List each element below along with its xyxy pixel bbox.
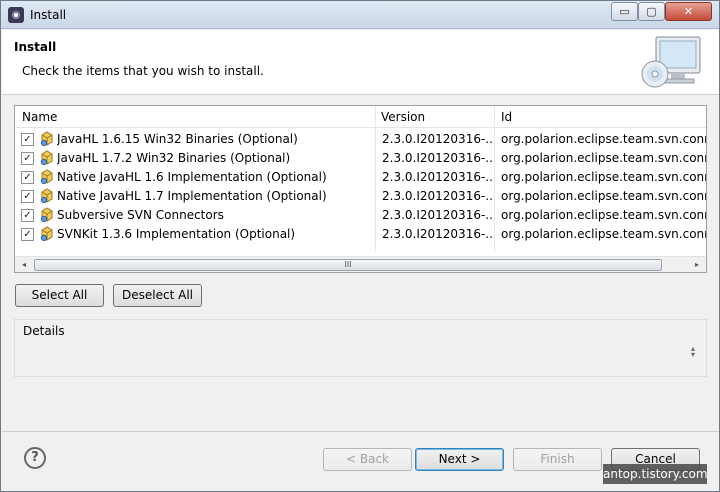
item-id: org.polarion.eclipse.team.svn.connector xyxy=(501,208,706,222)
finish-button[interactable]: Finish xyxy=(513,448,602,471)
item-name: JavaHL 1.6.15 Win32 Binaries (Optional) xyxy=(57,132,298,146)
deselect-all-button[interactable]: Deselect All xyxy=(113,284,202,307)
item-id: org.polarion.eclipse.team.svn.connector xyxy=(501,151,706,165)
column-header-name[interactable]: Name xyxy=(22,110,57,124)
item-version: 2.3.0.I20120316-... xyxy=(382,189,492,203)
item-name: JavaHL 1.7.2 Win32 Binaries (Optional) xyxy=(57,151,291,165)
item-id: org.polarion.eclipse.team.svn.connector xyxy=(501,170,706,184)
plugin-feature-icon xyxy=(40,207,53,223)
page-title: Install xyxy=(14,40,57,54)
maximize-button[interactable]: ▢ xyxy=(638,2,665,21)
eclipse-icon xyxy=(8,7,24,23)
install-dialog: Install ▭ ▢ ✕ Install Check the items th… xyxy=(0,0,720,492)
row-checkbox[interactable]: ✓ xyxy=(21,133,34,146)
back-button[interactable]: < Back xyxy=(323,448,412,471)
footer-separator xyxy=(2,431,719,432)
table-row[interactable]: ✓ Native JavaHL 1.7 Implementation (Opti… xyxy=(15,187,706,206)
item-id: org.polarion.eclipse.team.svn.connector xyxy=(501,227,706,241)
item-version: 2.3.0.I20120316-... xyxy=(382,170,492,184)
table-row[interactable]: ✓ JavaHL 1.6.15 Win32 Binaries (Optional… xyxy=(15,130,706,149)
table-row[interactable]: ✓ Subversive SVN Connectors 2.3.0.I20120… xyxy=(15,206,706,225)
details-scroll-icon[interactable]: ▴ ▾ xyxy=(691,345,695,359)
details-panel: Details ▴ ▾ xyxy=(14,319,707,377)
select-all-button[interactable]: Select All xyxy=(15,284,104,307)
column-header-id[interactable]: Id xyxy=(501,110,512,124)
item-name: Native JavaHL 1.7 Implementation (Option… xyxy=(57,189,327,203)
minimize-button[interactable]: ▭ xyxy=(611,2,638,21)
scroll-left-arrow-icon[interactable]: ◂ xyxy=(16,257,32,272)
row-checkbox[interactable]: ✓ xyxy=(21,190,34,203)
close-button[interactable]: ✕ xyxy=(665,2,712,21)
row-checkbox[interactable]: ✓ xyxy=(21,228,34,241)
row-checkbox[interactable]: ✓ xyxy=(21,209,34,222)
column-header-version[interactable]: Version xyxy=(381,110,425,124)
table-header: Name Version Id xyxy=(15,106,706,128)
item-version: 2.3.0.I20120316-... xyxy=(382,208,492,222)
table-row[interactable]: ✓ JavaHL 1.7.2 Win32 Binaries (Optional)… xyxy=(15,149,706,168)
item-name: SVNKit 1.3.6 Implementation (Optional) xyxy=(57,227,296,241)
scroll-right-arrow-icon[interactable]: ▸ xyxy=(689,257,705,272)
install-monitor-icon xyxy=(641,36,701,88)
table-row[interactable]: ✓ Native JavaHL 1.6 Implementation (Opti… xyxy=(15,168,706,187)
details-label: Details xyxy=(23,324,65,338)
item-name: Native JavaHL 1.6 Implementation (Option… xyxy=(57,170,327,184)
plugin-feature-icon xyxy=(40,188,53,204)
watermark: antop.tistory.com xyxy=(603,464,708,484)
title-bar[interactable]: Install ▭ ▢ ✕ xyxy=(1,1,719,29)
item-name: Subversive SVN Connectors xyxy=(57,208,224,222)
plugin-feature-icon xyxy=(40,169,53,185)
row-checkbox[interactable]: ✓ xyxy=(21,152,34,165)
row-checkbox[interactable]: ✓ xyxy=(21,171,34,184)
page-description: Check the items that you wish to install… xyxy=(22,64,264,78)
plugin-feature-icon xyxy=(40,150,53,166)
next-button[interactable]: Next > xyxy=(415,448,504,471)
item-id: org.polarion.eclipse.team.svn.connector xyxy=(501,132,706,146)
table-row[interactable]: ✓ SVNKit 1.3.6 Implementation (Optional)… xyxy=(15,225,706,244)
plugin-feature-icon xyxy=(40,226,53,242)
item-version: 2.3.0.I20120316-... xyxy=(382,227,492,241)
help-icon[interactable]: ? xyxy=(24,447,46,469)
window-title: Install xyxy=(30,8,67,22)
item-id: org.polarion.eclipse.team.svn.connector xyxy=(501,189,706,203)
installable-items-table: Name Version Id ✓ JavaHL 1.6.15 Win32 Bi… xyxy=(14,105,707,273)
item-version: 2.3.0.I20120316-... xyxy=(382,151,492,165)
plugin-feature-icon xyxy=(40,131,53,147)
item-version: 2.3.0.I20120316-... xyxy=(382,132,492,146)
horizontal-scrollbar[interactable]: ◂ III ▸ xyxy=(15,256,706,272)
header-banner: Install Check the items that you wish to… xyxy=(2,30,719,95)
scrollbar-thumb[interactable]: III xyxy=(34,259,662,271)
